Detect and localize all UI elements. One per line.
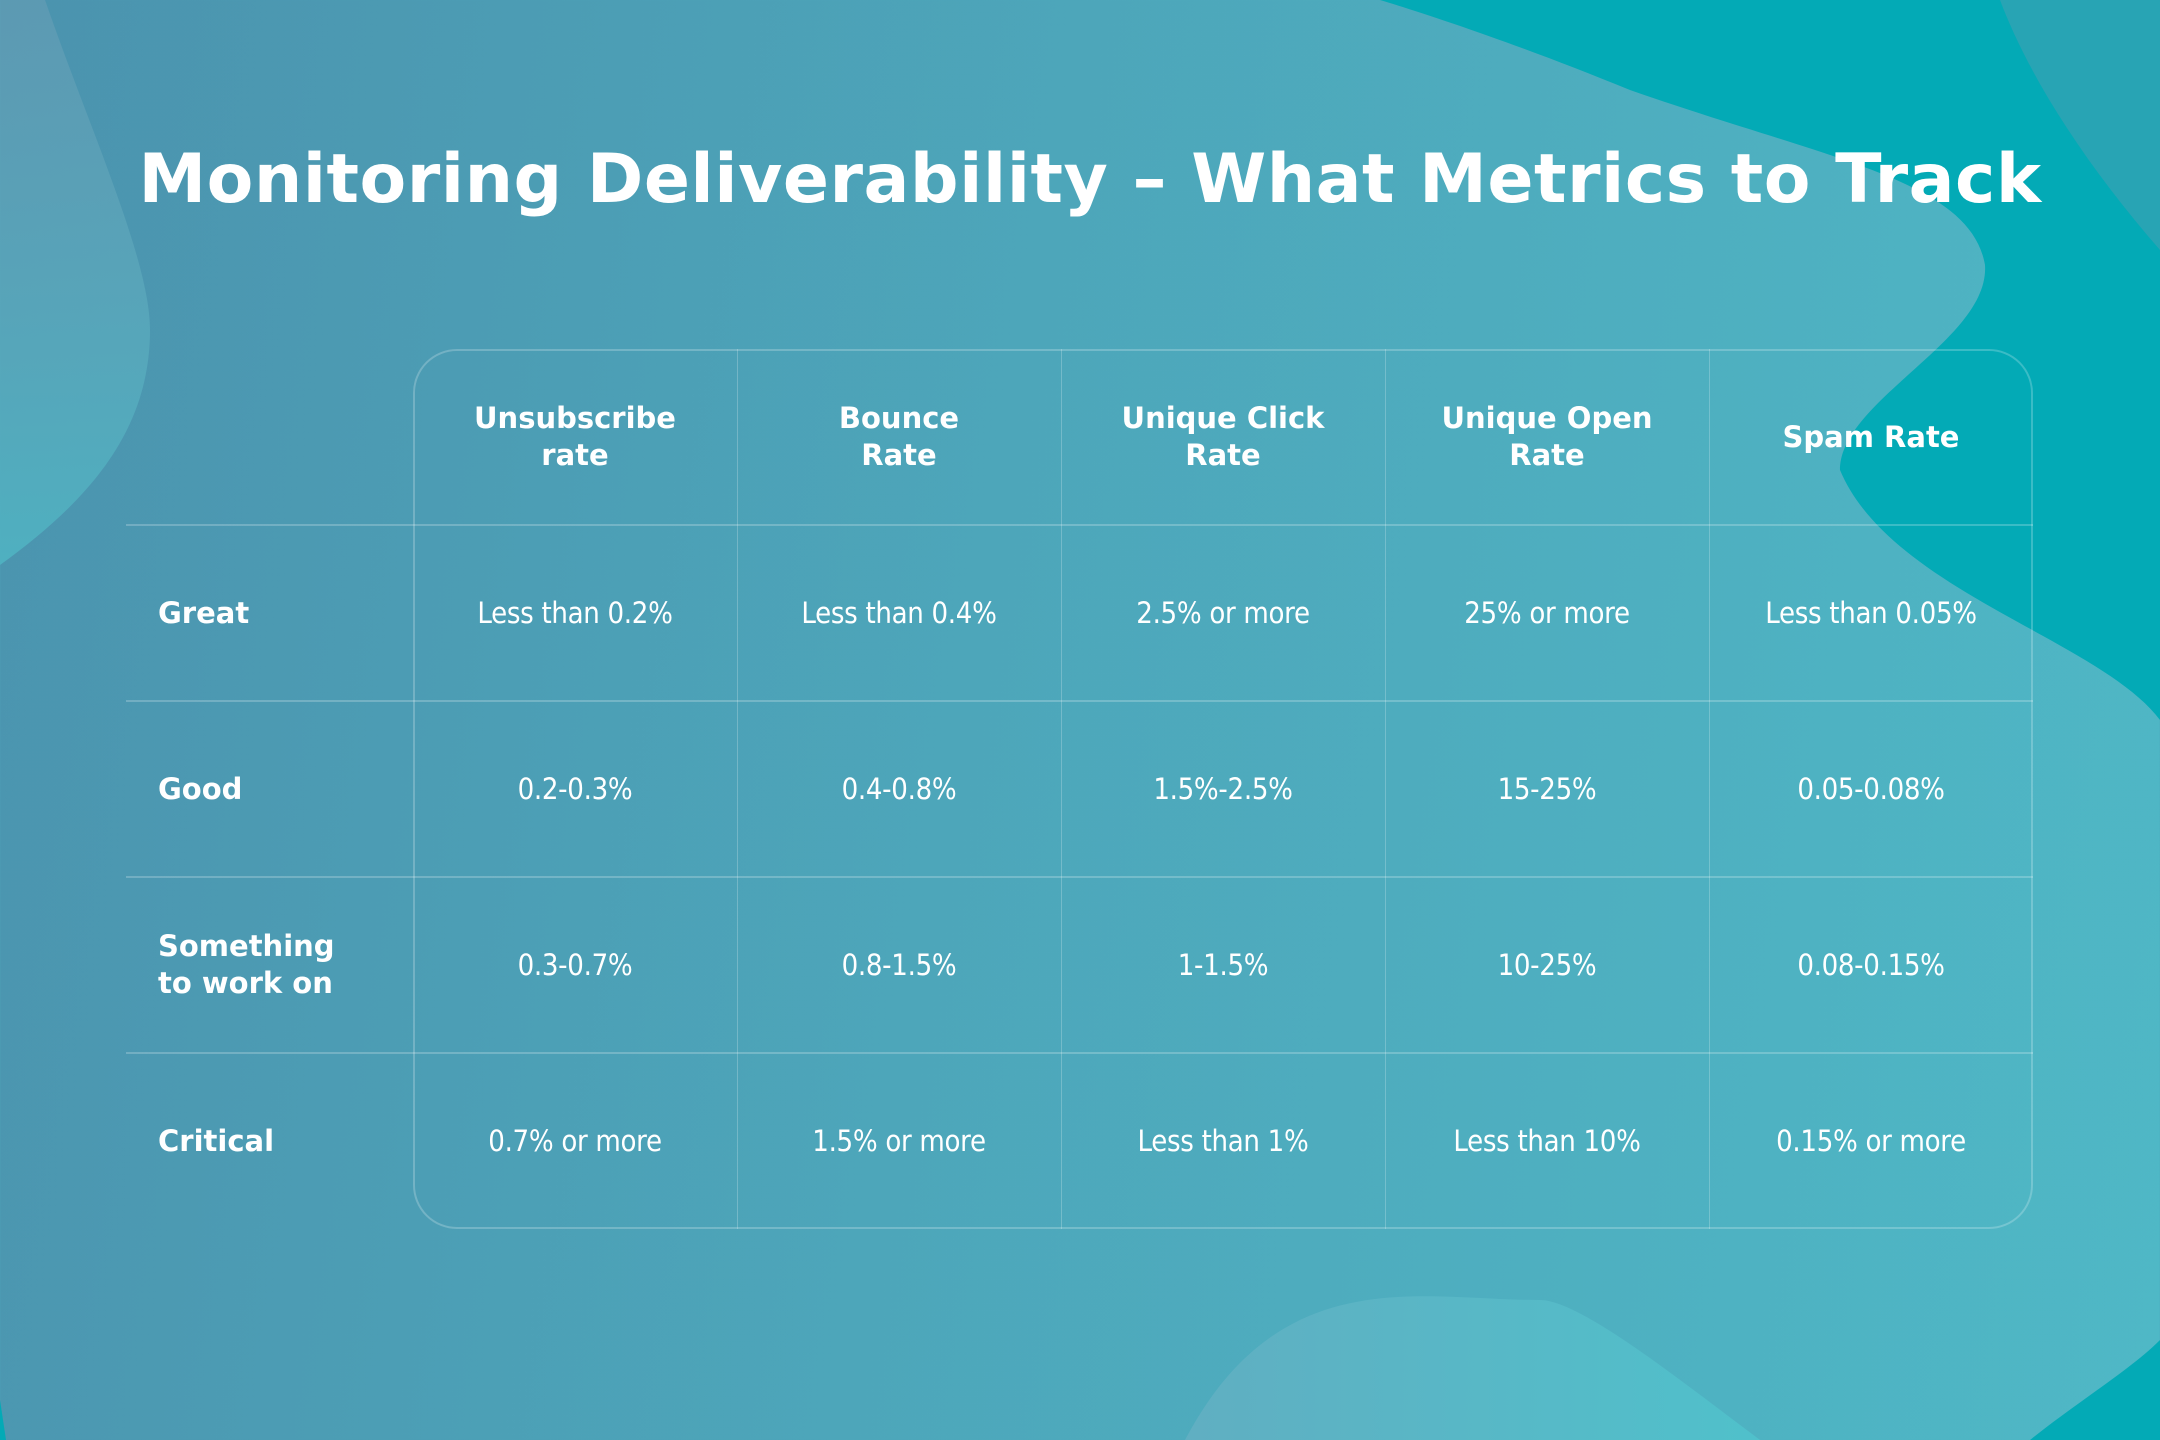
table-cell: 0.7% or more [488, 1124, 662, 1158]
column-header-unsubscribe-rate: Unsubscribe rate [474, 401, 676, 472]
column-header-spam-rate: Spam Rate [1782, 419, 1960, 454]
row-label-something-to-work-on: Something to work on [158, 929, 335, 1000]
column-header-unique-click-rate: Unique Click Rate [1121, 401, 1325, 472]
metrics-table: Unsubscribe rate Bounce Rate Unique Click R… [0, 0, 2160, 1440]
table-cell: Less than 0.4% [801, 596, 997, 630]
table-cell: 0.4-0.8% [841, 772, 957, 806]
table-cell: Less than 1% [1137, 1124, 1309, 1158]
row-label-critical: Critical [158, 1123, 275, 1158]
row-label-good: Good [158, 771, 243, 806]
table-cell: 2.5% or more [1136, 596, 1310, 630]
column-header-unique-open-rate: Unique Open Rate [1441, 401, 1653, 472]
table-cell: 15-25% [1497, 772, 1597, 806]
table-cell: 0.08-0.15% [1797, 948, 1945, 982]
row-label-great: Great [158, 595, 250, 630]
column-header-bounce-rate: Bounce Rate [838, 401, 960, 472]
table-cell: 0.8-1.5% [841, 948, 957, 982]
table-cell: 1.5%-2.5% [1153, 772, 1293, 806]
table-cell: Less than 0.05% [1765, 596, 1977, 630]
table-cell: 0.15% or more [1776, 1124, 1966, 1158]
table-cell: 1.5% or more [812, 1124, 986, 1158]
table-cell: 0.05-0.08% [1797, 772, 1945, 806]
table-cell: 25% or more [1464, 596, 1630, 630]
table-cell: Less than 0.2% [477, 596, 673, 630]
table-cell: 0.2-0.3% [517, 772, 633, 806]
table-cell: 10-25% [1497, 948, 1597, 982]
table-cell: 1-1.5% [1177, 948, 1269, 982]
table-cell: Less than 10% [1453, 1124, 1641, 1158]
table-cell: 0.3-0.7% [517, 948, 633, 982]
